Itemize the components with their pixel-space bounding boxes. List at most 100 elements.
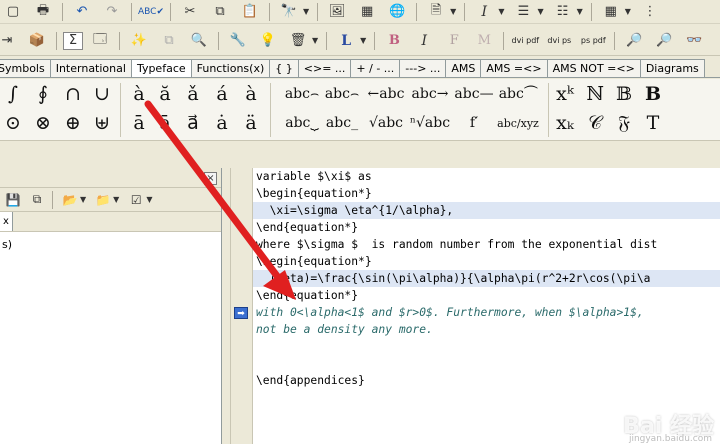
accent-breve[interactable]: ă [152, 82, 178, 106]
superscript-symbol[interactable]: xᵏ [552, 82, 578, 106]
italic-icon[interactable]: I [471, 1, 497, 23]
tab-operators[interactable]: + / - ... [350, 59, 401, 77]
window-icon[interactable]: 🗔 [87, 30, 113, 52]
editor-line[interactable] [253, 355, 720, 372]
mathbb-b-symbol[interactable]: 𝔹 [611, 82, 637, 106]
tab-typeface[interactable]: Typeface [130, 59, 192, 77]
package-icon[interactable]: 📦 [24, 30, 50, 52]
find-icon[interactable]: 🔭 [276, 1, 302, 23]
tab-ams-relations[interactable]: AMS =<> [480, 59, 548, 77]
wizard-icon[interactable]: ✨ [126, 30, 152, 52]
table-icon[interactable]: ▦ [354, 1, 380, 23]
matrix-icon[interactable]: ▦ [598, 1, 624, 23]
web-icon[interactable]: 🌐 [384, 1, 410, 23]
oplus-symbol[interactable]: ⊕ [60, 111, 86, 135]
dvi-search-icon[interactable]: 🔎 [651, 30, 677, 52]
metapost-button[interactable]: M [471, 30, 497, 52]
odot-symbol[interactable]: ⊙ [0, 111, 26, 135]
union-symbol[interactable]: ∪ [89, 82, 115, 106]
tab-relations[interactable]: <>= ... [297, 59, 352, 77]
more-icon[interactable]: ⋮ [637, 1, 663, 23]
copy-tex-icon[interactable]: ⧉ [156, 30, 182, 52]
widehat-symbol[interactable]: abc⏜ [492, 82, 544, 106]
accent-check[interactable]: ǎ [180, 82, 206, 106]
folder-move-icon[interactable]: 📁 [92, 189, 114, 211]
bibtex-button[interactable]: B [381, 30, 407, 52]
compile-icon[interactable]: 🔧 [225, 30, 251, 52]
image-icon[interactable]: 🖼 [324, 1, 350, 23]
editor-line[interactable]: \end{appendices} [253, 372, 720, 389]
editor-line[interactable]: \end{equation*} [253, 219, 720, 236]
redo-icon[interactable]: ↷ [99, 1, 125, 23]
accent-macron[interactable]: ā [152, 111, 178, 135]
code-editor[interactable]: variable $\xi$ as \begin{equation*} \xi=… [252, 168, 720, 444]
accent-grave-2[interactable]: à [238, 82, 264, 106]
editor-line[interactable]: \begin{equation*} [253, 253, 720, 270]
accent-dot[interactable]: ȧ [209, 111, 235, 135]
editor-line[interactable]: \end{equation*} [253, 287, 720, 304]
close-icon[interactable]: × [204, 172, 217, 185]
tab-functions[interactable]: Functions(x) [190, 59, 271, 77]
panel-copy-icon[interactable]: ⧉ [26, 189, 48, 211]
print-icon[interactable]: 🖶 [30, 1, 56, 23]
latex-button[interactable]: L [333, 30, 359, 52]
panel-tab[interactable]: x [0, 212, 13, 231]
fraction-symbol[interactable]: abc/xyz [492, 111, 544, 135]
lightbulb-icon[interactable]: 💡 [255, 30, 281, 52]
tab-braces[interactable]: { } [269, 59, 299, 77]
mathbb-n-symbol[interactable]: ℕ [582, 82, 608, 106]
copy-icon[interactable]: ⧉ [207, 1, 233, 23]
accent-grave[interactable]: à [126, 82, 152, 106]
indent-icon[interactable]: ⇥ [0, 30, 20, 52]
editor-line[interactable]: with 0<\alpha<1$ and $r>0$. Furthermore,… [253, 304, 720, 321]
editor-line[interactable] [253, 338, 720, 355]
cut-icon[interactable]: ✂ [177, 1, 203, 23]
accent-acute[interactable]: á [209, 82, 235, 106]
uplus-symbol[interactable]: ⊎ [89, 111, 115, 135]
dvi-ps-button[interactable]: dvi ps [544, 30, 574, 52]
mathbf-b-symbol[interactable]: B [640, 82, 666, 106]
search-icon[interactable]: 🔍 [186, 30, 212, 52]
align-icon[interactable]: ☰ [510, 1, 536, 23]
folder-open-icon[interactable]: 📂 [59, 189, 81, 211]
editor-line[interactable]: \begin{equation*} [253, 185, 720, 202]
index-button[interactable]: I [411, 30, 437, 52]
dvi-pdf-button[interactable]: dvi pdf [510, 30, 540, 52]
format-button[interactable]: F [441, 30, 467, 52]
tab-international[interactable]: International [49, 59, 132, 77]
otimes-symbol[interactable]: ⊗ [30, 111, 56, 135]
mathrm-t-symbol[interactable]: T [640, 111, 666, 135]
dvi-viewer-icon[interactable]: 🔎 [621, 30, 647, 52]
undo-icon[interactable]: ↶ [69, 1, 95, 23]
tab-ams-not-relations[interactable]: AMS NOT =<> [546, 59, 641, 77]
editor-line[interactable]: where $\sigma $ is random number from th… [253, 236, 720, 253]
ps-pdf-button[interactable]: ps pdf [578, 30, 608, 52]
mathfrak-f-symbol[interactable]: 𝔉 [611, 111, 637, 135]
accent-ddot[interactable]: ä [238, 111, 264, 135]
accent-vec[interactable]: a⃗ [180, 111, 206, 135]
tab-diagrams[interactable]: Diagrams [639, 59, 705, 77]
sum-icon[interactable]: Σ [63, 31, 83, 50]
checklist-icon[interactable]: ☑ [125, 189, 147, 211]
panel-save-icon[interactable]: 💾 [2, 189, 24, 211]
document-icon[interactable]: 🗎 [423, 1, 449, 23]
editor-line[interactable]: variable $\xi$ as [253, 168, 720, 185]
intersection-symbol[interactable]: ∩ [60, 82, 86, 106]
subscript-symbol[interactable]: xₖ [552, 111, 578, 135]
accent-bar[interactable]: ā [126, 111, 152, 135]
tab-symbols[interactable]: Symbols [0, 59, 51, 77]
editor-line[interactable]: \xi=\sigma \eta^{1/\alpha}, [253, 202, 720, 219]
new-file-icon[interactable]: ▢ [0, 1, 26, 23]
paste-icon[interactable]: 📋 [237, 1, 263, 23]
tab-ams[interactable]: AMS [445, 59, 482, 77]
tab-arrows[interactable]: ---> ... [399, 59, 447, 77]
integral-symbol[interactable]: ∫ [0, 82, 26, 106]
tree-item[interactable]: s) [2, 238, 219, 251]
clean-icon[interactable]: 🗑 [285, 30, 311, 52]
spellcheck-icon[interactable]: ABC✔ [138, 1, 164, 23]
ps-viewer-icon[interactable]: 👓 [681, 30, 707, 52]
contour-integral-symbol[interactable]: ∮ [30, 82, 56, 106]
list-icon[interactable]: ☷ [550, 1, 576, 23]
editor-line[interactable]: not be a density any more. [253, 321, 720, 338]
editor-line[interactable]: (\eta)=\frac{\sin(\pi\alpha)}{\alpha\pi(… [253, 270, 720, 287]
